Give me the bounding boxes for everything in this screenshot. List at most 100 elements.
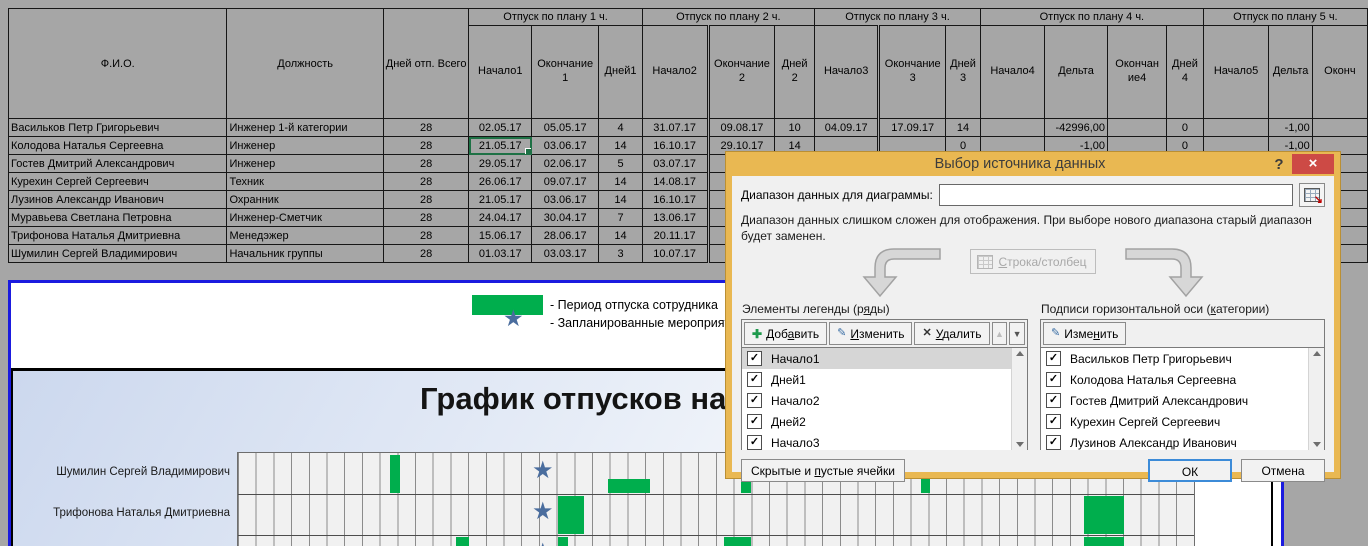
list-item[interactable]: ✓Курехин Сергей Сергеевич [1041,411,1309,432]
delete-series-button[interactable]: ✕ Удалить [914,322,989,345]
cell[interactable]: 05.05.17 [532,119,599,137]
cancel-button[interactable]: Отмена [1241,459,1325,482]
column-header[interactable]: Дней1 [599,26,642,119]
cell[interactable]: 03.03.17 [532,245,599,263]
column-header[interactable]: Дельта [1045,26,1108,119]
cell[interactable]: Шумилин Сергей Владимирович [9,245,227,263]
collapse-dialog-button[interactable]: ↘ [1299,183,1325,207]
checkbox-checked-icon[interactable]: ✓ [747,393,762,408]
cell[interactable]: 04.09.17 [815,119,879,137]
add-series-button[interactable]: ✚ Добавить [744,322,827,345]
column-header[interactable]: Окончание 1 [532,26,599,119]
checkbox-checked-icon[interactable]: ✓ [747,372,762,387]
cell[interactable]: 14 [599,173,642,191]
checkbox-checked-icon[interactable]: ✓ [747,351,762,366]
cell[interactable]: 28 [383,173,469,191]
cell[interactable]: Менедэжер [227,227,383,245]
help-button[interactable]: ? [1266,156,1292,173]
cell[interactable]: 10.07.17 [642,245,708,263]
cell[interactable]: 21.05.17 [469,191,532,209]
cell[interactable]: 02.06.17 [532,155,599,173]
cell[interactable]: Инженер [227,155,383,173]
cell[interactable]: -1,00 [1269,119,1312,137]
cell[interactable]: 09.08.17 [708,119,775,137]
cell[interactable]: Муравьева Светлана Петровна [9,209,227,227]
column-header[interactable]: Дней 3 [946,26,981,119]
cell[interactable]: 02.05.17 [469,119,532,137]
cell[interactable]: 0 [1167,119,1204,137]
plan-group-header[interactable]: Отпуск по плану 3 ч. [815,9,981,26]
cell[interactable]: 4 [599,119,642,137]
plan-group-header[interactable]: Отпуск по плану 1 ч. [469,9,642,26]
cell[interactable]: 16.10.17 [642,137,708,155]
edit-categories-button[interactable]: ✎ Изменить [1043,322,1126,345]
cell[interactable]: 28 [383,209,469,227]
switch-row-column-button[interactable]: Строка/столбец [970,249,1095,274]
cell[interactable]: 14 [599,137,642,155]
cell[interactable]: 03.07.17 [642,155,708,173]
hidden-empty-cells-button[interactable]: Скрытые и пустые ячейки [741,459,905,482]
cell[interactable]: -42996,00 [1045,119,1108,137]
edit-series-button[interactable]: ✎ Изменить [829,322,912,345]
column-header[interactable]: Начало4 [981,26,1045,119]
list-item[interactable]: ✓Начало1 [742,348,1012,369]
cell[interactable]: 16.10.17 [642,191,708,209]
plan-group-header[interactable]: Отпуск по плану 5 ч. [1203,9,1367,26]
list-item[interactable]: ✓Васильков Петр Григорьевич [1041,348,1309,369]
cell[interactable]: 21.05.17 [469,137,532,155]
cell[interactable]: 3 [599,245,642,263]
checkbox-checked-icon[interactable]: ✓ [747,435,762,450]
list-item[interactable]: ✓Дней1 [742,369,1012,390]
column-header[interactable]: Ф.И.О. [9,9,227,119]
series-list-scrollbar[interactable] [1011,348,1027,450]
column-header[interactable]: Дельта [1269,26,1312,119]
column-header[interactable]: Дней 2 [775,26,815,119]
cell[interactable]: 28 [383,137,469,155]
close-icon[interactable]: × [1292,154,1334,174]
cell[interactable]: Колодова Наталья Сергеевна [9,137,227,155]
plan-group-header[interactable]: Отпуск по плану 2 ч. [642,9,814,26]
cell[interactable]: 14 [946,119,981,137]
cell[interactable]: 14 [599,227,642,245]
column-header[interactable]: Окончание 2 [708,26,775,119]
scroll-down-icon[interactable] [1016,442,1024,447]
cell[interactable]: 26.06.17 [469,173,532,191]
cell[interactable]: 01.03.17 [469,245,532,263]
move-down-button[interactable]: ▼ [1009,322,1025,345]
cell[interactable]: 03.06.17 [532,137,599,155]
checkbox-checked-icon[interactable]: ✓ [747,414,762,429]
cell[interactable]: 28 [383,119,469,137]
dialog-titlebar[interactable]: Выбор источника данных ? × [732,152,1334,176]
cell[interactable]: 31.07.17 [642,119,708,137]
ok-button[interactable]: ОК [1148,459,1232,482]
list-item[interactable]: ✓Начало2 [742,390,1012,411]
column-header[interactable]: Начало3 [815,26,879,119]
list-item[interactable]: ✓Колодова Наталья Сергеевна [1041,369,1309,390]
checkbox-checked-icon[interactable]: ✓ [1046,393,1061,408]
cell[interactable]: 15.06.17 [469,227,532,245]
cell[interactable]: 28 [383,155,469,173]
scroll-up-icon[interactable] [1313,351,1321,356]
cell[interactable] [981,119,1045,137]
column-header[interactable]: Окончан ие4 [1107,26,1166,119]
cell[interactable]: 10 [775,119,815,137]
move-up-button[interactable]: ▲ [992,322,1008,345]
cell[interactable]: Начальник группы [227,245,383,263]
cell[interactable]: 7 [599,209,642,227]
cell[interactable]: 30.04.17 [532,209,599,227]
cell[interactable]: 5 [599,155,642,173]
cell[interactable] [1107,119,1166,137]
chart-range-input[interactable] [939,184,1293,206]
cell[interactable]: 29.05.17 [469,155,532,173]
list-item[interactable]: ✓Лузинов Александр Иванович [1041,432,1309,450]
cell[interactable]: 28.06.17 [532,227,599,245]
cell[interactable]: Трифонова Наталья Дмитриевна [9,227,227,245]
cell[interactable]: Лузинов Александр Иванович [9,191,227,209]
cell[interactable] [1203,119,1269,137]
column-header[interactable]: Начало5 [1203,26,1269,119]
cell[interactable]: Гостев Дмитрий Александрович [9,155,227,173]
cell[interactable]: 03.06.17 [532,191,599,209]
cell[interactable]: 13.06.17 [642,209,708,227]
cell[interactable]: 14 [599,191,642,209]
list-item[interactable]: ✓Дней2 [742,411,1012,432]
